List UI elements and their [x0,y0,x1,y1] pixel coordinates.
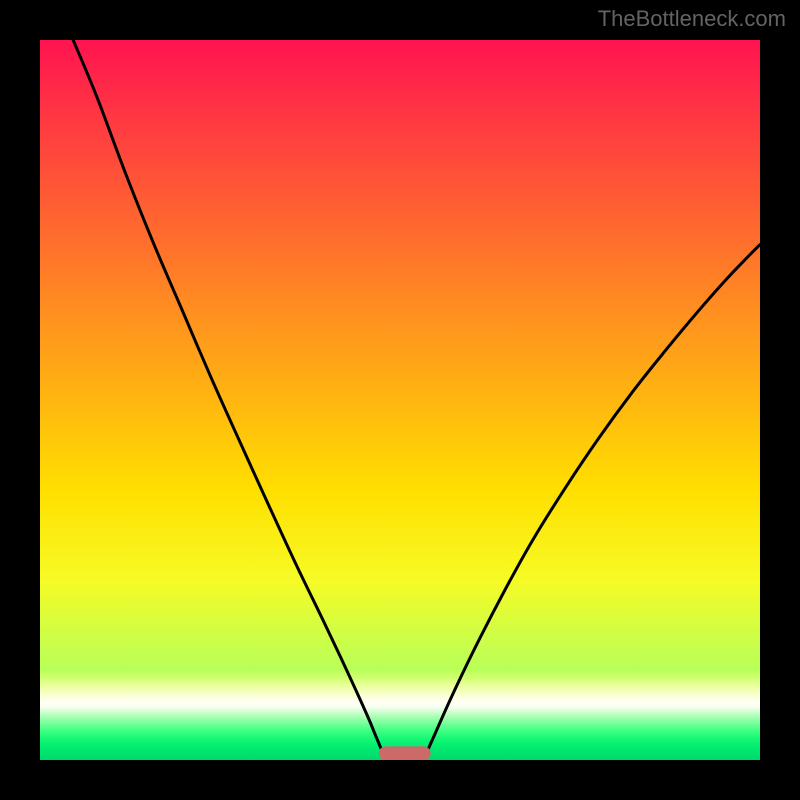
bottleneck-marker [379,746,431,760]
watermark-text: TheBottleneck.com [598,6,786,32]
plot-background [40,40,760,760]
bottleneck-chart [0,0,800,800]
chart-container: TheBottleneck.com [0,0,800,800]
